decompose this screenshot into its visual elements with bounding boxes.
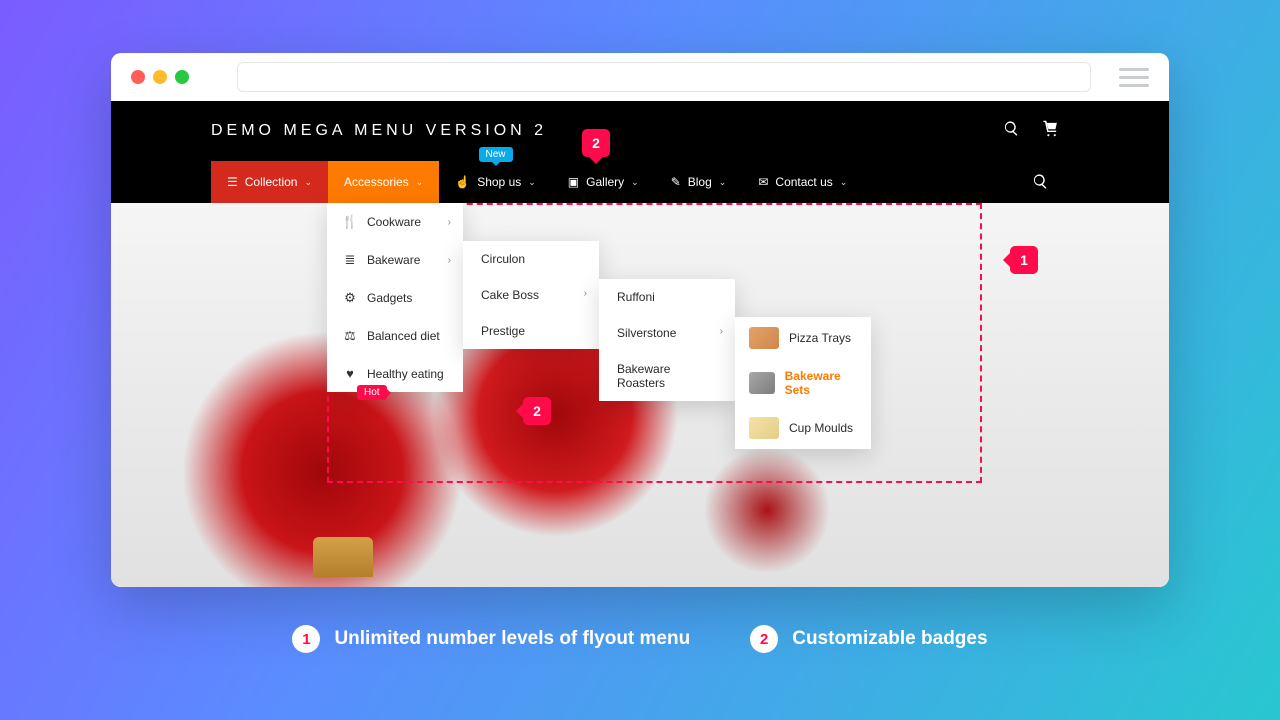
flyout-label: Balanced diet [367,329,440,343]
legend: 1 Unlimited number levels of flyout menu… [0,625,1280,653]
chevron-down-icon: ⌄ [528,177,536,188]
gadgets-icon: ⚙ [343,290,357,306]
callout-badge-hot: 2 [523,397,551,425]
flyout-item-cookware[interactable]: 🍴 Cookware › [327,203,463,241]
flyout-label: Circulon [481,252,525,266]
shop-icon: ☝ [455,175,470,189]
window-minimize-dot[interactable] [153,70,167,84]
browser-window: DEMO MEGA MENU VERSION 2 ☰ Collection ⌄ … [111,53,1169,587]
nav-item-collection[interactable]: ☰ Collection ⌄ [211,161,328,203]
flyout-label: Pizza Trays [789,331,851,345]
badge-new: New [479,147,513,162]
browser-titlebar [111,53,1169,101]
flyout-item-roasters[interactable]: Bakeware Roasters [599,351,735,401]
nav-label: Blog [688,175,712,189]
chevron-right-icon: › [584,288,587,299]
thumbnail [749,372,775,394]
chevron-down-icon: ⌄ [631,177,639,188]
flyout-label: Bakeware Sets [785,369,857,397]
flyout-item-gadgets[interactable]: ⚙ Gadgets [327,279,463,317]
thumbnail [749,417,779,439]
flyout-label: Ruffoni [617,290,655,304]
chevron-right-icon: › [448,217,451,228]
flyout-item-cakeboss[interactable]: Cake Boss › [463,277,599,313]
chevron-right-icon: › [448,255,451,266]
legend-item-1: 1 Unlimited number levels of flyout menu [292,625,690,653]
flyout-label: Healthy eating [367,367,444,381]
callout-flyout: 1 [1010,246,1038,274]
legend-text: Unlimited number levels of flyout menu [334,628,690,650]
nav-item-blog[interactable]: ✎ Blog ⌄ [655,161,743,203]
flyout-item-bakeware[interactable]: ≣ Bakeware › [327,241,463,279]
utensils-icon: 🍴 [343,214,357,230]
flyout-item-healthy[interactable]: ♥Healthy eating Hot [327,355,463,392]
flyout-item-balanced[interactable]: ⚖ Balanced diet [327,317,463,355]
nav-search-icon[interactable] [1032,173,1049,195]
cart-icon[interactable] [1042,120,1059,142]
nav-label: Collection [245,175,298,189]
thumbnail [749,327,779,349]
nav-item-gallery[interactable]: ▣ Gallery ⌄ [552,161,655,203]
legend-item-2: 2 Customizable badges [750,625,987,653]
ornament-top [313,537,373,577]
site-header: DEMO MEGA MENU VERSION 2 [111,101,1169,161]
nav-label: Gallery [586,175,624,189]
flyout-label: Silverstone [617,326,676,340]
chevron-down-icon: ⌄ [416,177,424,188]
window-close-dot[interactable] [131,70,145,84]
badge-hot: Hot [357,385,387,400]
chevron-down-icon: ⌄ [719,177,727,188]
address-bar[interactable] [237,62,1091,92]
legend-text: Customizable badges [792,628,987,650]
nav-label: Accessories [344,175,409,189]
flyout-label: Cookware [367,215,421,229]
chevron-right-icon: › [720,326,723,337]
flyout-item-silverstone[interactable]: Silverstone › [599,315,735,351]
legend-badge: 2 [750,625,778,653]
callout-badge-top: 2 [582,129,610,157]
flyout-item-pizza-trays[interactable]: Pizza Trays [735,317,871,359]
window-maximize-dot[interactable] [175,70,189,84]
search-icon[interactable] [1003,120,1020,142]
main-nav: ☰ Collection ⌄ Accessories ⌄ New ☝ Shop … [111,161,1169,203]
flyout-label: Bakeware [367,253,420,267]
site-viewport: DEMO MEGA MENU VERSION 2 ☰ Collection ⌄ … [111,101,1169,587]
legend-badge: 1 [292,625,320,653]
nav-item-contact[interactable]: ✉ Contact us ⌄ [742,161,863,203]
scale-icon: ⚖ [343,328,357,344]
flyout-level-1: 🍴 Cookware › ≣ Bakeware › ⚙ Gadgets ⚖ Balanced… [327,203,463,392]
flyout-item-cup-moulds[interactable]: Cup Moulds [735,407,871,449]
site-title: DEMO MEGA MENU VERSION 2 [211,122,547,140]
chat-icon: ✉ [758,175,768,189]
hamburger-menu[interactable] [1119,68,1149,87]
list-icon: ☰ [227,175,238,189]
healthy-icon: ♥ [343,366,357,381]
flyout-level-4: Pizza Trays Bakeware Sets Cup Moulds [735,317,871,449]
chevron-down-icon: ⌄ [840,177,848,188]
flyout-item-ruffoni[interactable]: Ruffoni [599,279,735,315]
flyout-level-2: Circulon Cake Boss › Prestige [463,241,599,349]
flyout-level-3: Ruffoni Silverstone › Bakeware Roasters [599,279,735,401]
blog-icon: ✎ [671,175,681,189]
nav-label: Shop us [477,175,521,189]
flyout-item-prestige[interactable]: Prestige [463,313,599,349]
flyout-label: Prestige [481,324,525,338]
nav-label: Contact us [775,175,832,189]
flyout-label: Cup Moulds [789,421,853,435]
nav-item-accessories[interactable]: Accessories ⌄ [328,161,439,203]
chevron-down-icon: ⌄ [304,177,312,188]
flyout-label: Gadgets [367,291,412,305]
nav-item-shop-us[interactable]: New ☝ Shop us ⌄ [439,161,552,203]
flyout-item-bakeware-sets[interactable]: Bakeware Sets [735,359,871,407]
bakeware-icon: ≣ [343,252,357,268]
flyout-item-circulon[interactable]: Circulon [463,241,599,277]
flyout-label: Bakeware Roasters [617,362,670,390]
image-icon: ▣ [568,175,579,189]
flyout-label: Cake Boss [481,288,539,302]
